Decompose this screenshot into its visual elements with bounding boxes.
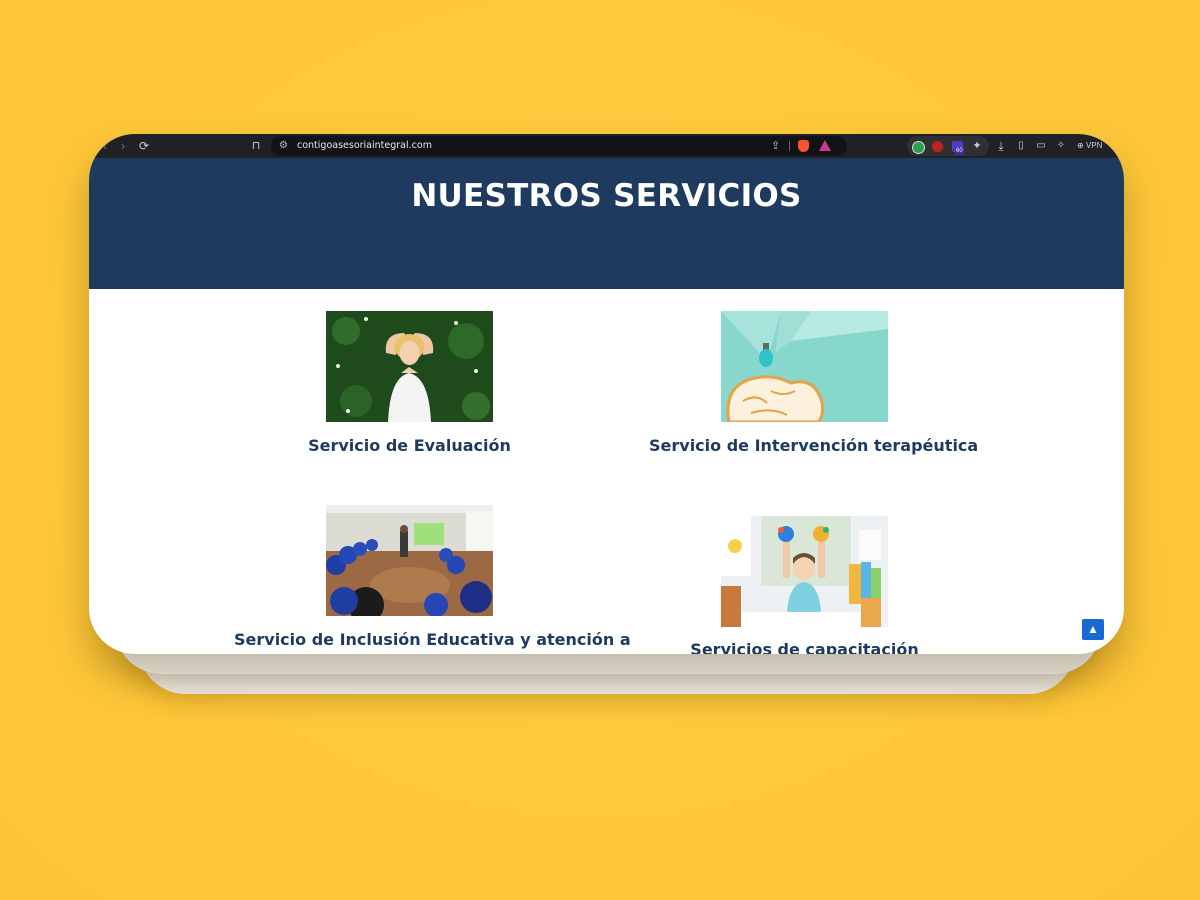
url-text: contigoasesoriaintegral.com (297, 140, 432, 151)
service-label-intervencion[interactable]: Servicio de Intervención terapéutica (649, 436, 978, 455)
child-painted-hands-illustration (721, 516, 888, 627)
hero-banner: NUESTROS SERVICIOS (89, 158, 1124, 289)
ublock-icon[interactable] (932, 141, 943, 152)
address-divider (789, 141, 790, 151)
service-label-inclusion[interactable]: Servicio de Inclusión Educativa y atenci… (234, 630, 631, 649)
bookmark-icon[interactable]: ⊓ (249, 134, 263, 158)
service-label-capacitacion[interactable]: Servicios de capacitación (649, 640, 960, 654)
scroll-to-top-button[interactable]: ▲ (1082, 619, 1104, 640)
service-image-evaluacion[interactable] (326, 311, 493, 422)
download-icon[interactable]: ⤓ (995, 134, 1007, 158)
back-icon[interactable]: ‹ (99, 134, 111, 158)
extension-badge: 60 (955, 147, 964, 155)
extensions-group: 60 ✦ (907, 136, 989, 156)
site-info-icon[interactable]: ⚙ (279, 136, 288, 156)
browser-toolbar: ‹ › ⟳ ⊓ ⚙ contigoasesoriaintegral.com ⇪ … (89, 134, 1124, 158)
brain-lightbulb-illustration (721, 311, 888, 422)
leo-icon[interactable]: ✧ (1055, 134, 1067, 158)
page-title: NUESTROS SERVICIOS (411, 178, 802, 214)
service-image-inclusion[interactable] (326, 505, 493, 616)
woman-grass-illustration (326, 311, 493, 422)
extension-green-icon[interactable] (912, 141, 925, 154)
service-label-evaluacion[interactable]: Servicio de Evaluación (269, 436, 550, 455)
puzzle-icon[interactable]: ✦ (971, 134, 983, 158)
wallet-icon[interactable]: ▭ (1035, 134, 1047, 158)
classroom-illustration (326, 505, 493, 616)
reload-icon[interactable]: ⟳ (137, 134, 151, 158)
chevron-up-icon: ▲ (1087, 622, 1099, 636)
share-icon[interactable]: ⇪ (771, 136, 780, 156)
browser-window: ‹ › ⟳ ⊓ ⚙ contigoasesoriaintegral.com ⇪ … (89, 134, 1124, 654)
sidebar-icon[interactable]: ▯ (1015, 134, 1027, 158)
brave-rewards-icon[interactable] (819, 140, 831, 151)
service-image-capacitacion[interactable] (721, 516, 888, 627)
service-image-intervencion[interactable] (721, 311, 888, 422)
address-bar[interactable]: ⚙ contigoasesoriaintegral.com ⇪ (271, 136, 847, 156)
vpn-label: VPN (1085, 141, 1103, 150)
vpn-button[interactable]: ⊕ VPN (1077, 134, 1102, 158)
forward-icon[interactable]: › (117, 134, 129, 158)
brave-shields-icon[interactable] (798, 140, 809, 152)
